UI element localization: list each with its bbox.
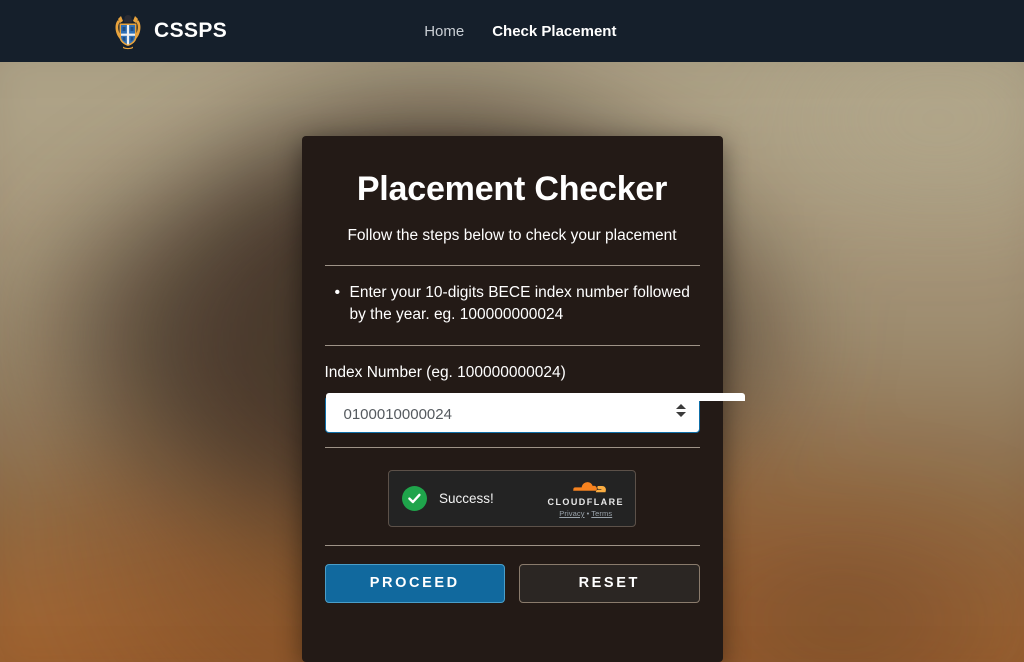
turnstile-status-text: Success! [439, 490, 494, 506]
page-title: Placement Checker [356, 170, 668, 208]
nav-link-check-placement[interactable]: Check Placement [492, 23, 616, 40]
chevron-down-icon[interactable] [676, 411, 686, 417]
divider-above-buttons [324, 544, 700, 546]
cloudflare-branding: CLOUDFLARE Privacy • Terms [548, 479, 625, 518]
nav-link-home[interactable]: Home [424, 23, 464, 40]
nav-links: Home Check Placement [424, 23, 616, 40]
ghana-coat-of-arms-icon [112, 12, 144, 50]
list-item: Enter your 10-digits BECE index number f… [325, 281, 700, 327]
turnstile-links: Privacy • Terms [559, 509, 612, 518]
index-number-input[interactable] [324, 395, 700, 433]
index-number-field-row [324, 392, 745, 433]
index-number-label: Index Number (eg. 100000000024) [324, 363, 566, 381]
check-circle-icon [402, 485, 427, 511]
chevron-up-icon[interactable] [676, 403, 686, 409]
divider-after-input [324, 446, 700, 448]
navbar: CSSPS Home Check Placement [0, 0, 1024, 62]
terms-link[interactable]: Terms [591, 509, 612, 518]
divider-top [324, 265, 700, 266]
action-buttons: PROCEED RESET [324, 563, 700, 603]
cloudflare-cloud-icon [563, 479, 609, 496]
cloudflare-turnstile-widget[interactable]: Success! CLOUDFLARE Privacy • Terms [388, 469, 636, 527]
brand-name: CSSPS [154, 19, 228, 42]
privacy-link[interactable]: Privacy [559, 509, 584, 518]
divider-after-steps [324, 344, 700, 346]
quantity-stepper[interactable] [675, 400, 688, 420]
reset-button[interactable]: RESET [519, 563, 700, 603]
card-container: Placement Checker Follow the steps below… [0, 62, 1024, 662]
proceed-button[interactable]: PROCEED [324, 563, 505, 603]
placement-checker-card: Placement Checker Follow the steps below… [301, 136, 745, 662]
cloudflare-wordmark: CLOUDFLARE [547, 496, 624, 507]
brand-link[interactable]: CSSPS [112, 12, 227, 50]
steps-list: Enter your 10-digits BECE index number f… [325, 281, 700, 327]
page-subtitle: Follow the steps below to check your pla… [347, 227, 677, 244]
turnstile-container: Success! CLOUDFLARE Privacy • Terms [325, 469, 700, 527]
